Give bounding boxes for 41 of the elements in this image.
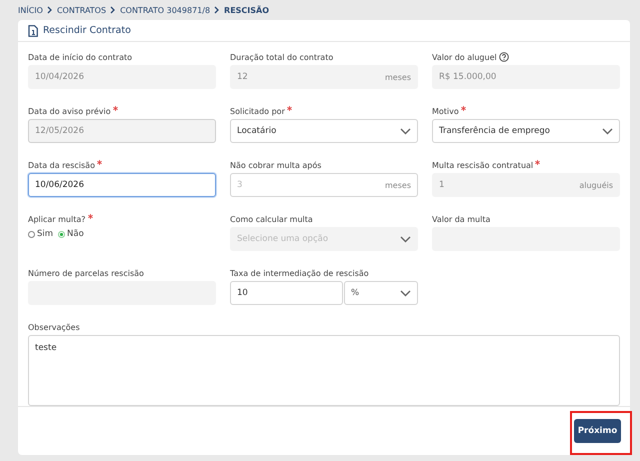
- field-label: Taxa de intermediação de rescisão: [230, 268, 369, 278]
- field-label: Data da rescisão: [28, 160, 95, 170]
- chevron-down-icon: [400, 236, 411, 242]
- card-title: Rescindir Contrato: [43, 25, 131, 36]
- document-icon: [28, 24, 38, 36]
- field-label: Solicitado por: [230, 106, 285, 116]
- field-label: Aplicar multa?: [28, 214, 86, 224]
- select-field[interactable]: %: [344, 281, 418, 305]
- input-field[interactable]: 10/06/2026: [28, 173, 216, 197]
- radio-option[interactable]: Sim: [28, 229, 54, 239]
- field-label: Como calcular multa: [230, 214, 313, 224]
- breadcrumb-link[interactable]: RESCISÃO: [224, 6, 270, 14]
- field-label: Duração total do contrato: [230, 52, 334, 62]
- chevron-down-icon: [400, 128, 411, 134]
- text-area[interactable]: teste: [28, 335, 620, 406]
- field-label: Motivo: [432, 106, 459, 116]
- field-label: Valor do aluguel: [432, 52, 497, 62]
- radio-option[interactable]: Não: [58, 229, 84, 239]
- chevron-right-icon: [46, 6, 53, 14]
- unit-label: aluguéis: [579, 180, 613, 190]
- input-field[interactable]: 3 meses: [230, 173, 418, 197]
- breadcrumb-link[interactable]: INÍCIO: [18, 6, 43, 14]
- select-field[interactable]: Locatário: [230, 119, 418, 143]
- next-button[interactable]: Próximo: [574, 419, 621, 443]
- field-label: Data de início do contrato: [28, 52, 132, 62]
- field-label: Observações: [28, 322, 80, 332]
- chevron-right-icon: [214, 6, 220, 14]
- field-label: Não cobrar multa após: [230, 160, 322, 170]
- unit-label: meses: [385, 72, 411, 82]
- chevron-right-icon: [110, 6, 116, 14]
- field-label: Multa rescisão contratual: [432, 160, 534, 170]
- chevron-down-icon: [400, 290, 411, 296]
- field-label: Data do aviso prévio: [28, 106, 111, 116]
- input-field[interactable]: 10: [230, 281, 343, 305]
- select-field[interactable]: Transferência de emprego: [432, 119, 620, 143]
- breadcrumb-link[interactable]: CONTRATOS: [56, 6, 106, 14]
- field-label: Valor da multa: [432, 214, 490, 224]
- breadcrumb-link[interactable]: CONTRATO 3049871/8: [120, 6, 210, 14]
- unit-label: meses: [385, 180, 411, 190]
- chevron-down-icon: [602, 128, 613, 134]
- field-label: Número de parcelas rescisão: [28, 268, 144, 278]
